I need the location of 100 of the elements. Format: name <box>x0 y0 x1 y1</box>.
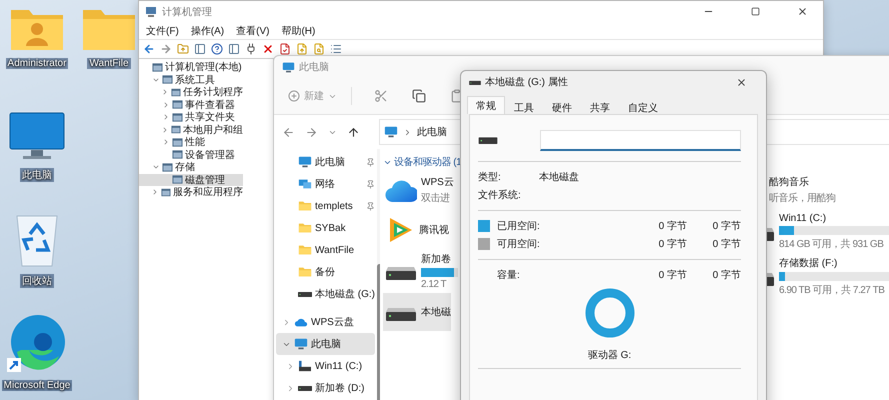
cloud-icon <box>294 316 308 328</box>
nav-item[interactable]: 此电脑 <box>276 151 375 173</box>
tab[interactable]: 硬件 <box>543 98 581 114</box>
window-icon <box>152 62 163 73</box>
window-icon <box>172 99 183 110</box>
desktop-icon-label[interactable]: 此电脑 <box>20 168 54 182</box>
tab[interactable]: 自定义 <box>619 98 667 114</box>
nav-item[interactable]: WPS云盘 <box>276 311 375 333</box>
computer-icon <box>145 6 157 18</box>
drive-icon <box>298 360 312 372</box>
monitor-icon <box>298 155 312 169</box>
nav-item[interactable]: 此电脑 <box>276 333 375 355</box>
tree-item[interactable]: 存储 <box>139 161 243 174</box>
disk-ring-drawing <box>584 288 634 338</box>
tab[interactable]: 共享 <box>581 98 619 114</box>
copy-button[interactable] <box>410 87 428 105</box>
menu-item[interactable]: 帮助(H) <box>277 24 320 38</box>
folder-up-icon[interactable] <box>177 43 189 55</box>
menu-item[interactable]: 操作(A) <box>186 24 228 38</box>
field-label: 文件系统: <box>478 188 522 202</box>
drive-item[interactable]: WPS云 双击进 <box>383 171 454 209</box>
nav-item[interactable]: Win11 (C:) <box>276 355 375 377</box>
close-icon <box>736 76 746 88</box>
name-field[interactable] <box>540 130 741 150</box>
edge-browser-icon <box>7 312 67 374</box>
maximize-icon <box>750 7 760 16</box>
field-label: 类型: <box>478 170 502 184</box>
drive-item[interactable]: 腾讯视 <box>383 211 449 249</box>
chevron-right-icon <box>403 128 412 136</box>
tree-item[interactable]: 磁盘管理 <box>139 174 243 186</box>
nav-item[interactable]: 备份 <box>276 261 375 283</box>
back-arrow-icon[interactable] <box>282 126 295 138</box>
delete-icon[interactable] <box>262 43 274 55</box>
drive-item[interactable]: 本地磁 <box>383 293 451 331</box>
forward-arrow-icon[interactable] <box>305 126 318 138</box>
panel-icon[interactable] <box>194 43 206 55</box>
export-icon[interactable] <box>296 43 308 55</box>
desktop-icon-label[interactable]: 回收站 <box>20 274 54 288</box>
nav-item[interactable]: 网络 <box>276 173 375 195</box>
monitor-icon <box>282 60 295 74</box>
nav-item[interactable]: 新加卷 (D:) <box>276 377 375 399</box>
tree-item[interactable]: 服务和应用程序 <box>139 186 243 198</box>
byte-count: 0 字节 <box>658 268 687 282</box>
chevron-right-icon[interactable] <box>282 318 291 326</box>
monitor-icon <box>9 112 65 162</box>
item-name: 酷狗音乐 <box>769 176 809 189</box>
monitor-icon <box>384 125 398 139</box>
tree-item[interactable]: 设备管理器 <box>139 148 243 161</box>
tree-item[interactable]: 性能 <box>139 136 243 148</box>
folder-icon <box>298 265 312 279</box>
menu-item[interactable]: 文件(F) <box>142 24 183 38</box>
dialog-title: 本地磁盘 (G:) 属性 <box>485 76 569 89</box>
tab[interactable]: 常规 <box>467 96 505 114</box>
chevron-right-icon[interactable] <box>286 362 295 370</box>
item-name: WPS云 <box>421 176 454 189</box>
nav-item[interactable]: SYBak <box>276 217 375 239</box>
tree-item[interactable]: 计算机管理(本地) <box>139 61 243 74</box>
item-name: 腾讯视 <box>419 224 449 237</box>
plug-icon[interactable] <box>245 43 257 55</box>
menu-item[interactable]: 查看(V) <box>232 24 274 38</box>
help-icon[interactable] <box>211 43 223 55</box>
drive-label: 驱动器 G: <box>588 349 632 362</box>
monitor-icon <box>294 337 308 351</box>
forward-arrow-icon[interactable] <box>160 43 172 55</box>
field-label: 可用空间: <box>497 238 540 251</box>
tree-item[interactable]: 本地用户和组 <box>139 124 243 136</box>
chevron-right-icon[interactable] <box>286 384 295 392</box>
item-name: Win11 (C:) <box>779 213 826 224</box>
close-icon <box>796 6 808 17</box>
desktop-icon-label[interactable]: Microsoft Edge <box>2 380 72 391</box>
document-icon[interactable] <box>279 43 291 55</box>
window-icon <box>171 124 181 136</box>
size-value: 0 字节 <box>712 268 741 282</box>
window-icon <box>162 74 173 86</box>
folder-icon <box>298 243 312 257</box>
nav-item[interactable]: 本地磁盘 (G:) <box>276 283 375 305</box>
back-arrow-icon[interactable] <box>143 43 155 55</box>
item-detail: 814 GB 可用，共 931 GB <box>779 238 884 251</box>
drive-icon <box>298 385 312 391</box>
desktop-icon-label[interactable]: WantFile <box>87 58 131 69</box>
folder-icon <box>298 199 312 213</box>
plus-icon <box>288 90 300 102</box>
tree-item[interactable]: 系统工具 <box>139 74 243 86</box>
byte-count: 0 字节 <box>658 220 687 233</box>
drive-icon <box>469 80 481 84</box>
item-detail: 6.90 TB 可用，共 7.27 TB <box>779 284 884 297</box>
file-search-icon[interactable] <box>313 43 325 55</box>
window-icon <box>172 112 183 123</box>
byte-count: 0 字节 <box>658 238 687 251</box>
window-icon <box>162 162 173 173</box>
drive-item[interactable]: 新加卷 2.12 T <box>383 251 458 291</box>
tree-item[interactable]: 任务计划程序 <box>139 86 243 98</box>
nav-item[interactable]: templets <box>276 195 375 217</box>
panel-icon[interactable] <box>228 43 240 55</box>
up-arrow-icon[interactable] <box>347 126 360 138</box>
item-detail: 2.12 T <box>421 279 446 290</box>
nav-item[interactable]: WantFile <box>276 239 375 261</box>
tab[interactable]: 工具 <box>505 98 543 114</box>
tree-item[interactable]: 共享文件夹 <box>139 111 243 124</box>
tree-item[interactable]: 事件查看器 <box>139 98 243 111</box>
